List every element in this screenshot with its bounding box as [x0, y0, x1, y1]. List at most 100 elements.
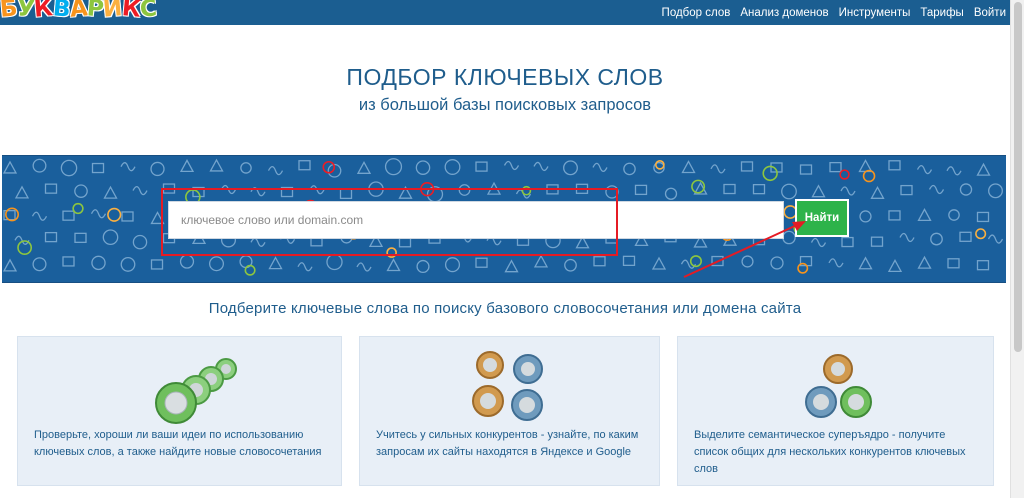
pattern-doodle — [563, 160, 578, 176]
pattern-doodle — [132, 234, 148, 250]
pattern-doodle — [976, 211, 990, 223]
pattern-doodle — [870, 236, 884, 247]
pattern-doodle — [533, 254, 549, 268]
pattern-doodle — [74, 184, 88, 198]
pattern-doodle — [799, 164, 813, 175]
pattern-doodle — [533, 161, 549, 172]
pattern-doodle — [710, 164, 726, 174]
pattern-doodle — [209, 158, 224, 172]
pattern-doodle — [841, 236, 854, 248]
pattern-doodle — [888, 210, 901, 221]
logo-letter: С — [139, 0, 158, 23]
pattern-doodle — [179, 159, 195, 173]
pattern-accent — [862, 169, 876, 183]
pattern-doodle — [504, 259, 519, 273]
pattern-doodle — [811, 184, 826, 198]
pattern-doodle — [959, 183, 973, 196]
section-heading: Подберите ключевые слова по поиску базов… — [208, 300, 802, 317]
green-keyrings-icon — [155, 358, 237, 424]
pattern-doodle — [828, 258, 844, 268]
pattern-doodle — [44, 231, 58, 243]
pattern-doodle — [899, 232, 915, 243]
pattern-doodle — [475, 257, 488, 268]
pattern-accent — [107, 207, 122, 222]
nav-link-pricing[interactable]: Тарифы — [920, 7, 963, 19]
pattern-doodle — [946, 166, 962, 176]
pattern-doodle — [62, 210, 75, 221]
pattern-doodle — [917, 208, 932, 222]
page-subtitle: из большой базы поисковых запросов — [358, 96, 652, 114]
competitor-keys-icon — [472, 351, 543, 421]
pattern-doodle — [770, 256, 784, 270]
pattern-accent — [839, 169, 850, 180]
pattern-doodle — [356, 160, 372, 174]
pattern-doodle — [208, 256, 225, 272]
pattern-doodle — [356, 262, 372, 272]
pattern-doodle — [810, 237, 827, 248]
logo-letter: К — [120, 0, 142, 23]
pattern-doodle — [91, 255, 106, 271]
pattern-doodle — [2, 160, 18, 174]
page-scrollbar[interactable] — [1010, 0, 1024, 498]
pattern-doodle — [634, 184, 648, 196]
pattern-doodle — [102, 229, 119, 246]
card-text: Проверьте, хороши ли ваши идеи по исполь… — [34, 429, 322, 458]
pattern-doodle — [132, 185, 148, 196]
pattern-doodle — [503, 160, 520, 171]
pattern-doodle — [988, 183, 1003, 199]
card-text: Выделите семантическое суперъядро - полу… — [694, 429, 966, 475]
pattern-doodle — [948, 209, 960, 221]
pattern-doodle — [475, 161, 488, 172]
pattern-doodle — [930, 232, 943, 246]
pattern-doodle — [564, 258, 577, 272]
nav-link-domain-analysis[interactable]: Анализ доменов — [740, 7, 828, 19]
pattern-doodle — [74, 232, 87, 243]
pattern-accent — [762, 165, 778, 182]
pattern-doodle — [947, 258, 960, 269]
pattern-doodle — [870, 185, 885, 199]
pattern-doodle — [326, 253, 343, 271]
pattern-doodle — [14, 235, 30, 245]
card-text: Учитесь у сильных конкурентов - узнайте,… — [376, 429, 639, 458]
logo-letter: К — [33, 0, 54, 23]
pattern-doodle — [267, 166, 284, 176]
pattern-doodle — [976, 260, 990, 271]
pattern-doodle — [14, 185, 30, 199]
find-button[interactable]: Найти — [795, 199, 849, 237]
page-title: ПОДБОР КЛЮЧЕВЫХ СЛОВ — [346, 64, 664, 90]
pattern-doodle — [62, 256, 75, 267]
pattern-doodle — [444, 159, 461, 175]
pattern-doodle — [416, 259, 430, 274]
site-logo[interactable]: БУКВАРИКС — [0, 0, 158, 24]
semantic-core-keys-icon — [805, 354, 872, 418]
pattern-doodle — [623, 162, 636, 176]
nav-link-keyword-selection[interactable]: Подбор слов — [662, 7, 731, 19]
top-navigation-bar: БУКВАРИКС Подбор слов Анализ доменов Инс… — [0, 0, 1010, 25]
pattern-accent — [244, 264, 256, 276]
pattern-doodle — [859, 210, 872, 223]
main-nav: Подбор слов Анализ доменов Инструменты Т… — [662, 0, 1006, 25]
pattern-doodle — [711, 255, 724, 267]
pattern-doodle — [888, 160, 901, 171]
nav-link-login[interactable]: Войти — [974, 7, 1006, 19]
pattern-doodle — [386, 258, 401, 272]
pattern-doodle — [32, 158, 47, 173]
pattern-accent — [72, 202, 84, 215]
pattern-doodle — [103, 185, 118, 199]
pattern-doodle — [150, 259, 164, 270]
nav-link-tools[interactable]: Инструменты — [839, 7, 911, 19]
scrollbar-thumb[interactable] — [1014, 2, 1022, 352]
pattern-doodle — [651, 256, 667, 270]
pattern-doodle — [987, 234, 1004, 244]
pattern-doodle — [928, 184, 945, 195]
pattern-doodle — [959, 231, 972, 242]
pattern-doodle — [298, 160, 311, 171]
pattern-doodle — [44, 183, 58, 194]
pattern-doodle — [240, 162, 252, 174]
pattern-doodle — [268, 256, 283, 270]
pattern-doodle — [887, 258, 903, 272]
pattern-doodle — [900, 184, 913, 196]
pattern-doodle — [179, 254, 195, 269]
pattern-doodle — [740, 161, 754, 172]
feature-card-competitors: Учитесь у сильных конкурентов - узнайте,… — [359, 336, 660, 486]
